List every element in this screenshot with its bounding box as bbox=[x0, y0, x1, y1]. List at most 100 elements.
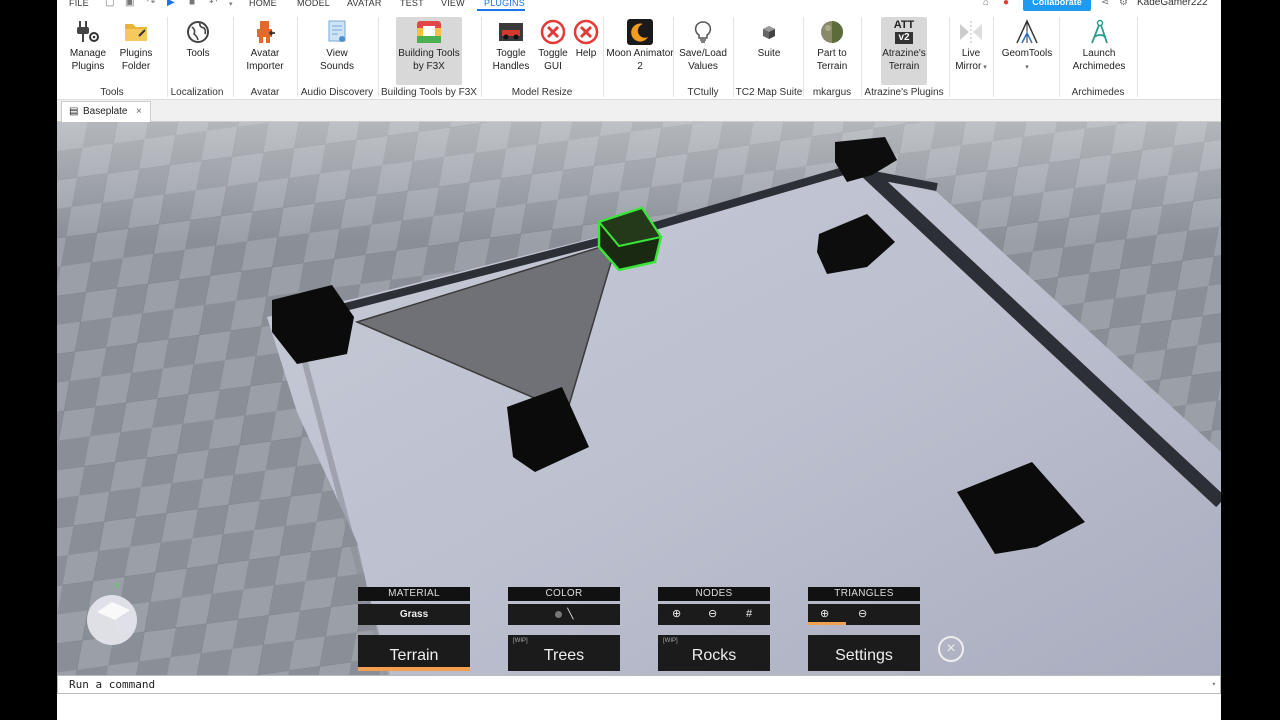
toggle-handles-label-2: Handles bbox=[492, 61, 530, 72]
part-to-terrain-label: Part to bbox=[817, 48, 847, 59]
cube-icon bbox=[755, 19, 783, 45]
toggle-gui-button[interactable]: Toggle GUI bbox=[535, 19, 571, 73]
part-to-terrain-button[interactable]: Part to Terrain bbox=[809, 19, 855, 73]
tab-model[interactable]: MODEL bbox=[297, 0, 330, 8]
geomtools-dropdown-icon[interactable]: ▾ bbox=[1025, 64, 1029, 71]
share-icon[interactable]: ⌂ bbox=[983, 0, 989, 8]
tab-settings-label: Settings bbox=[835, 647, 893, 664]
ribbon-divider bbox=[993, 17, 994, 97]
username-label[interactable]: KadeGamer222 bbox=[1137, 0, 1208, 8]
material-value[interactable]: Grass bbox=[358, 604, 470, 625]
undo-dropdown-icon[interactable]: ▾ bbox=[229, 0, 233, 8]
building-tools-label-2: by F3X bbox=[413, 61, 445, 72]
help-button[interactable]: Help bbox=[571, 19, 601, 60]
plug-gear-icon bbox=[74, 19, 102, 45]
manage-plugins-label: Manage bbox=[69, 48, 107, 59]
undo-icon[interactable]: ↶ bbox=[209, 0, 217, 8]
tab-terrain[interactable]: Terrain bbox=[358, 635, 470, 671]
group-tools: Tools bbox=[100, 87, 124, 98]
save-load-values-button[interactable]: Save/Load Values bbox=[677, 19, 729, 73]
nodes-header: NODES bbox=[658, 587, 770, 601]
save-load-label: Save/Load bbox=[679, 48, 727, 59]
ribbon-divider bbox=[233, 17, 234, 97]
play-icon[interactable]: ▶ bbox=[167, 0, 175, 8]
wip-badge: [WIP] bbox=[663, 638, 678, 644]
ribbon-divider bbox=[1137, 17, 1138, 97]
manage-plugins-button[interactable]: Manage Plugins bbox=[67, 19, 109, 73]
sphere-icon bbox=[818, 19, 846, 45]
building-tools-label: Building Tools bbox=[398, 48, 460, 59]
live-mirror-button[interactable]: Live Mirror ▾ bbox=[953, 19, 989, 74]
tab-plugins[interactable]: PLUGINS bbox=[484, 0, 525, 8]
close-hud-icon[interactable]: × bbox=[938, 636, 964, 662]
new-file-icon[interactable]: ▢ bbox=[105, 0, 114, 8]
3d-viewport[interactable]: Y MATERIAL Grass COLOR ╲ NODES ⊕ ⊖ # TRI… bbox=[57, 122, 1221, 675]
tab-avatar[interactable]: AVATAR bbox=[347, 0, 382, 8]
group-avatar: Avatar bbox=[250, 87, 280, 98]
remove-triangle-icon[interactable]: ⊖ bbox=[858, 604, 867, 625]
view-sounds-button[interactable]: View Sounds bbox=[313, 19, 361, 73]
localization-tools-button[interactable]: Tools bbox=[177, 19, 219, 60]
group-tc2-map-suite: TC2 Map Suite bbox=[735, 87, 803, 98]
settings-gear-icon[interactable]: ⚙ bbox=[1119, 0, 1128, 8]
color-swatch-icon bbox=[554, 610, 562, 618]
share-link-icon[interactable]: ⋖ bbox=[1101, 0, 1109, 8]
file-menu[interactable]: FILE bbox=[69, 0, 89, 8]
stop-icon[interactable]: ■ bbox=[189, 0, 195, 8]
triangles-header: TRIANGLES bbox=[808, 587, 920, 601]
avatar-importer-button[interactable]: Avatar Importer bbox=[241, 19, 289, 73]
building-tools-f3x-button[interactable]: Building Tools by F3X bbox=[396, 17, 462, 85]
ribbon-divider bbox=[481, 17, 482, 97]
collaborate-button[interactable]: Collaborate bbox=[1023, 0, 1091, 11]
color-picker[interactable]: ╲ bbox=[508, 604, 620, 625]
group-mkargus: mkargus bbox=[812, 87, 852, 98]
document-tab-bar: ▤ Baseplate × bbox=[57, 100, 1221, 122]
moon-icon bbox=[626, 19, 654, 45]
atrazines-terrain-button[interactable]: ATT v2 Atrazine's Terrain bbox=[881, 17, 927, 85]
add-node-icon[interactable]: ⊕ bbox=[672, 604, 681, 625]
att-badge: ATT bbox=[893, 19, 915, 31]
grid-icon[interactable]: # bbox=[746, 604, 752, 625]
command-dropdown-icon[interactable]: ▾ bbox=[1212, 676, 1216, 693]
open-file-icon[interactable]: ▣ bbox=[125, 0, 134, 8]
ribbon-divider bbox=[673, 17, 674, 97]
eyedropper-icon[interactable]: ╲ bbox=[567, 604, 573, 625]
tab-view[interactable]: VIEW bbox=[441, 0, 465, 8]
moon-animator-button[interactable]: Moon Animator 2 bbox=[605, 19, 675, 73]
group-model-resize: Model Resize bbox=[511, 87, 573, 98]
tab-test[interactable]: TEST bbox=[400, 0, 424, 8]
ribbon-divider bbox=[167, 17, 168, 97]
tab-trees-label: Trees bbox=[543, 647, 585, 664]
command-input-placeholder: Run a command bbox=[69, 678, 156, 691]
group-audio-discovery: Audio Discovery bbox=[300, 87, 374, 98]
close-tab-icon[interactable]: × bbox=[136, 102, 142, 121]
notification-bell-icon[interactable]: ● bbox=[1003, 0, 1009, 8]
tab-rocks-label: Rocks bbox=[691, 647, 737, 664]
plugins-folder-label: Plugins bbox=[119, 48, 153, 59]
tab-home[interactable]: HOME bbox=[249, 0, 277, 8]
document-tab-title: Baseplate bbox=[83, 106, 128, 117]
plugins-folder-button[interactable]: Plugins Folder bbox=[115, 19, 157, 73]
avatar-importer-label-2: Importer bbox=[246, 61, 284, 72]
tab-rocks[interactable]: [WIP] Rocks bbox=[658, 635, 770, 671]
toggle-handles-button[interactable]: Toggle Handles bbox=[491, 19, 531, 73]
car-icon bbox=[497, 19, 525, 45]
tab-trees[interactable]: [WIP] Trees bbox=[508, 635, 620, 671]
geomtools-button[interactable]: GeomTools ▾ bbox=[997, 19, 1057, 74]
launch-archimedes-button[interactable]: Launch Archimedes bbox=[1067, 19, 1131, 73]
live-mirror-dropdown-icon[interactable]: ▾ bbox=[981, 64, 987, 71]
command-bar[interactable]: Run a command ▾ bbox=[57, 675, 1221, 694]
tab-settings[interactable]: Settings bbox=[808, 635, 920, 671]
atrazines-terrain-label-2: Terrain bbox=[888, 61, 920, 72]
geomtools-label: GeomTools bbox=[1001, 48, 1053, 59]
tc2-suite-button[interactable]: Suite bbox=[749, 19, 789, 60]
tab-terrain-label: Terrain bbox=[389, 647, 439, 664]
remove-node-icon[interactable]: ⊖ bbox=[708, 604, 717, 625]
red-x-icon bbox=[539, 19, 567, 45]
document-tab[interactable]: ▤ Baseplate × bbox=[61, 101, 151, 122]
redo-icon[interactable]: ↷ bbox=[147, 0, 155, 8]
wip-badge: [WIP] bbox=[513, 638, 528, 644]
ribbon-divider bbox=[603, 17, 604, 97]
ribbon-toolbar: Manage Plugins Plugins Folder Tools Tool… bbox=[57, 11, 1221, 100]
triangles-active-indicator bbox=[808, 622, 846, 625]
